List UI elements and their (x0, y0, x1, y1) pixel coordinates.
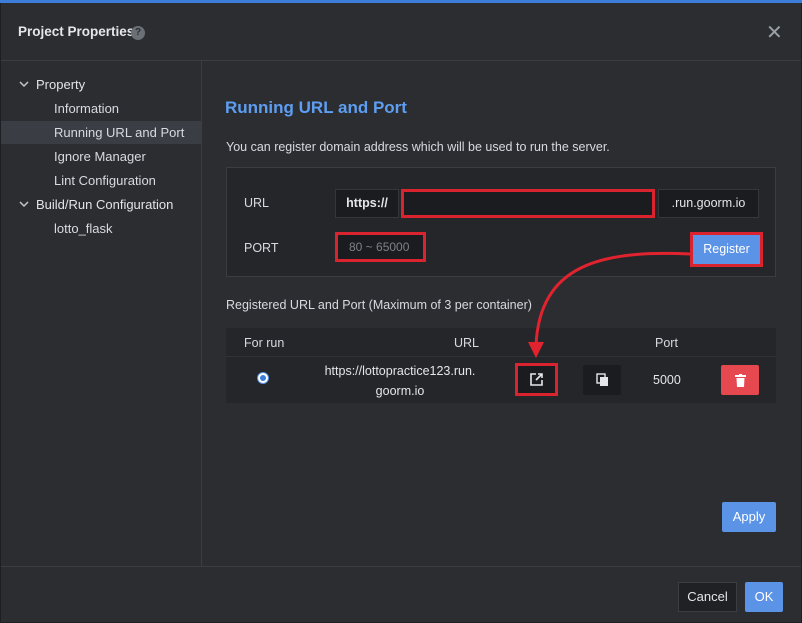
sidebar-item-label: Lint Configuration (54, 173, 156, 188)
url-input[interactable] (401, 189, 655, 218)
header-divider (226, 356, 776, 357)
sidebar-item-lotto-flask[interactable]: lotto_flask (1, 217, 201, 240)
tree-group-label: Property (36, 77, 86, 92)
sidebar-item-label: Ignore Manager (54, 149, 146, 164)
registered-title: Registered URL and Port (Maximum of 3 pe… (226, 298, 532, 312)
sidebar-item-label: Information (54, 101, 120, 116)
dialog-title: Project Properties (18, 24, 135, 39)
apply-button[interactable]: Apply (722, 502, 776, 532)
registered-url-line1: https://lottopractice123.run. (324, 364, 476, 378)
sidebar-item-ignore-manager[interactable]: Ignore Manager (1, 145, 201, 168)
tree-group-label: Build/Run Configuration (36, 197, 174, 212)
registered-table: For run URL Port https://lottopractice12… (226, 328, 776, 403)
open-url-button[interactable] (515, 363, 558, 396)
url-suffix: .run.goorm.io (658, 189, 759, 218)
for-run-radio[interactable] (257, 372, 269, 384)
external-link-icon (518, 366, 555, 393)
port-input[interactable]: 80 ~ 65000 (335, 232, 426, 262)
tree-group-property[interactable]: Property (1, 73, 201, 97)
port-label: PORT (244, 241, 279, 255)
registered-url-line2: goorm.io (375, 384, 425, 398)
chevron-down-icon (19, 201, 29, 208)
delete-button[interactable] (721, 365, 759, 395)
column-header-port: Port (655, 336, 678, 350)
column-header-url: URL (454, 336, 480, 350)
sidebar: Property Information Running URL and Por… (1, 61, 202, 566)
ok-button[interactable]: OK (745, 582, 783, 612)
tree-group-build-run-configuration[interactable]: Build/Run Configuration (1, 193, 201, 217)
cancel-button[interactable]: Cancel (678, 582, 737, 612)
registered-port: 5000 (653, 373, 681, 387)
sidebar-item-label: Running URL and Port (54, 125, 185, 140)
close-icon[interactable]: ✕ (766, 20, 783, 45)
registered-url: https://lottopractice123.run. goorm.io (310, 361, 490, 401)
sidebar-item-running-url-and-port[interactable]: Running URL and Port (1, 121, 201, 144)
dialog-footer: Cancel OK (1, 566, 801, 623)
sidebar-item-label: lotto_flask (54, 221, 113, 236)
copy-icon (583, 365, 621, 395)
url-port-form: URL https:// .run.goorm.io PORT 80 ~ 650… (226, 167, 776, 277)
url-label: URL (244, 196, 270, 210)
url-prefix: https:// (335, 189, 399, 218)
trash-icon (721, 365, 759, 395)
help-icon[interactable]: ? (131, 26, 145, 40)
register-button[interactable]: Register (690, 232, 763, 267)
column-header-for-run: For run (244, 336, 285, 350)
copy-url-button[interactable] (583, 365, 621, 395)
dialog-header: Project Properties ? ✕ (1, 3, 801, 61)
page-description: You can register domain address which wi… (226, 140, 610, 154)
project-properties-dialog: Project Properties ? ✕ Property Informat… (1, 3, 801, 622)
sidebar-item-information[interactable]: Information (1, 97, 201, 120)
sidebar-item-lint-configuration[interactable]: Lint Configuration (1, 169, 201, 192)
chevron-down-icon (19, 81, 29, 88)
main-panel: Running URL and Port You can register do… (202, 61, 801, 566)
page-title: Running URL and Port (225, 98, 407, 117)
